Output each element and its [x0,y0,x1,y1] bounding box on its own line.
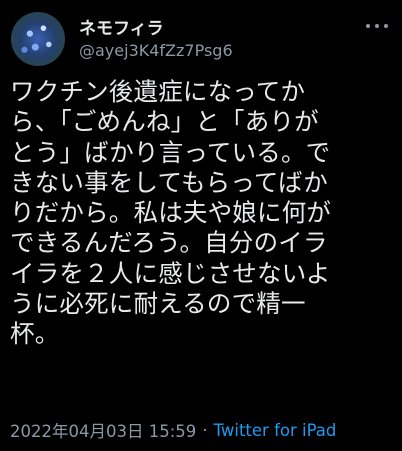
more-dot [384,24,388,28]
more-options-icon[interactable] [366,18,388,34]
author-display-name[interactable]: ネモフィラ [79,14,164,39]
tweet-timestamp[interactable]: 2022年04月03日 15:59 [10,418,196,442]
tweet-card: ネモフィラ @ayej3K4fZz7Psg6 ワクチン後遺症になってか ら、「ご… [0,0,402,451]
tweet-text-line: ワクチン後遺症になってか [10,77,306,106]
tweet-text-line: りだから。私は夫や娘に何が [10,198,332,228]
tweet-text-line: 杯。 [10,319,60,349]
tweet-text-line: きない事をしてもらってばか [10,167,328,197]
tweet-text-line: イラを２人に感じさせないよ [10,258,331,288]
avatar[interactable] [11,12,65,66]
tweet-text-line: とう」ばかり言っている。で [10,137,331,167]
more-dot [366,24,370,28]
tweet-text-line: ら、「ごめんね」と「ありが [10,107,319,137]
tweet-text-line: できるんだろう。自分のイラ [10,228,328,258]
tweet-text: ワクチン後遺症になってか ら、「ごめんね」と「ありが とう」ばかり言っている。で… [10,77,400,350]
author-handle[interactable]: @ayej3K4fZz7Psg6 [79,41,233,60]
tweet-text-line: うに必死に耐えるので精一 [10,289,306,319]
tweet-source-link[interactable]: Twitter for iPad [214,421,337,440]
tweet-meta: 2022年04月03日 15:59 · Twitter for iPad [10,418,336,442]
meta-separator: · [202,420,208,440]
more-dot [375,24,379,28]
